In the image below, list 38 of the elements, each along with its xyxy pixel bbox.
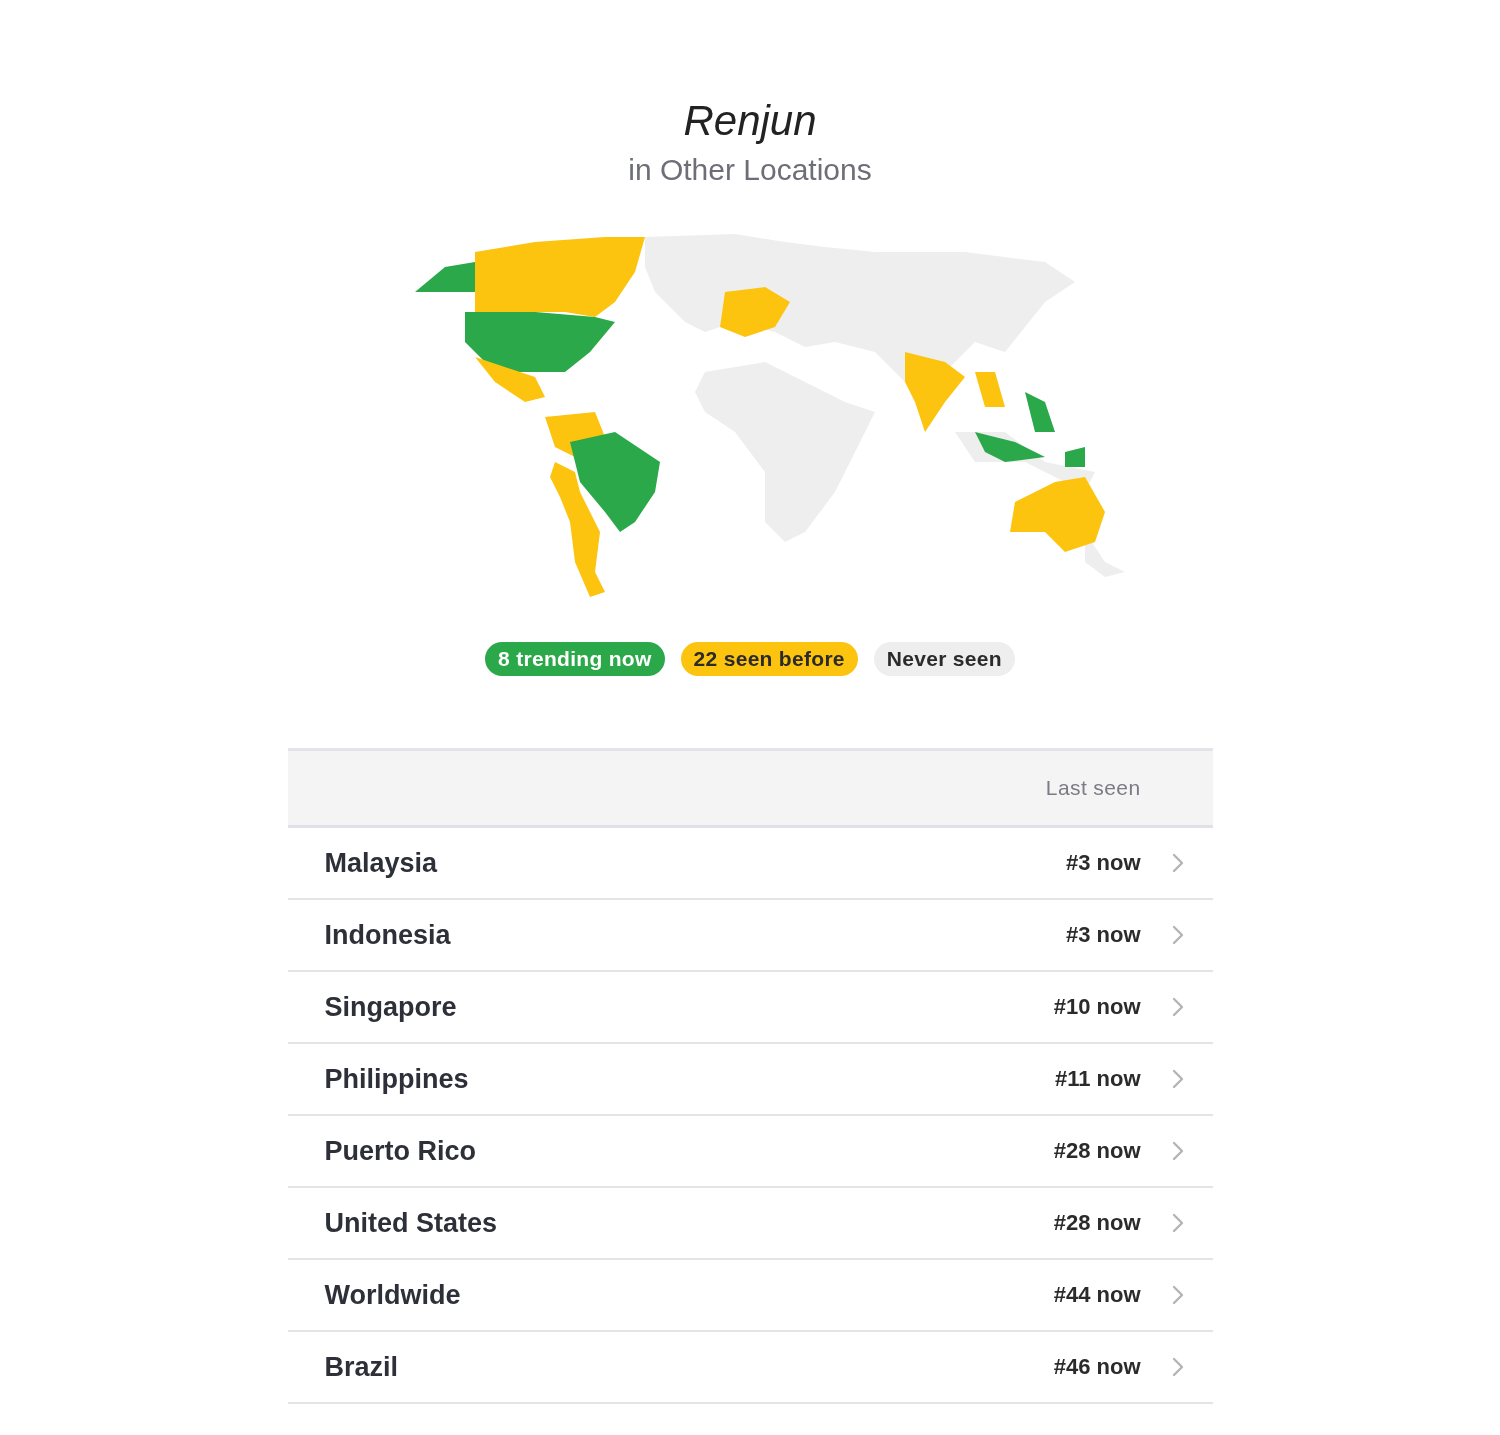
country-row[interactable]: Singapore #10 now bbox=[287, 972, 1213, 1044]
legend-pill: Never seen bbox=[873, 642, 1015, 676]
country-name: Indonesia bbox=[324, 919, 452, 951]
legend-pill: 22 seen before bbox=[680, 642, 858, 676]
legend-pill: 8 trending now bbox=[485, 642, 665, 676]
column-header: Last seen bbox=[1045, 776, 1141, 800]
chevron-icon bbox=[1170, 1068, 1185, 1090]
rank-text: #3 now bbox=[1065, 850, 1141, 876]
chevron-icon bbox=[1170, 1212, 1185, 1234]
rank-text: #44 now bbox=[1053, 1282, 1141, 1308]
country-row[interactable]: Brazil #46 now bbox=[287, 1332, 1213, 1404]
country-row[interactable]: Indonesia #3 now bbox=[287, 900, 1213, 972]
country-row[interactable]: Philippines #11 now bbox=[287, 1044, 1213, 1116]
country-row[interactable]: Puerto Rico #28 now bbox=[287, 1116, 1213, 1188]
rank-text: #28 now bbox=[1053, 1210, 1141, 1236]
chevron-icon bbox=[1170, 1140, 1185, 1162]
country-name: Singapore bbox=[324, 991, 458, 1023]
country-name: Philippines bbox=[324, 1063, 470, 1095]
country-row[interactable]: United States #28 now bbox=[287, 1188, 1213, 1260]
chevron-icon bbox=[1170, 1284, 1185, 1306]
country-name: Puerto Rico bbox=[324, 1135, 478, 1167]
country-row[interactable]: Worldwide #44 now bbox=[287, 1260, 1213, 1332]
country-name: Worldwide bbox=[324, 1279, 462, 1311]
country-name: United States bbox=[324, 1207, 499, 1239]
chevron-icon bbox=[1170, 1356, 1185, 1378]
chevron-icon bbox=[1170, 996, 1185, 1018]
country-row[interactable]: Malaysia #3 now bbox=[287, 828, 1213, 900]
rank-text: #3 now bbox=[1065, 922, 1141, 948]
rank-text: #46 now bbox=[1053, 1354, 1141, 1380]
chevron-icon bbox=[1170, 852, 1185, 874]
chevron-icon bbox=[1170, 924, 1185, 946]
artist-name: Renjun bbox=[683, 96, 817, 146]
rank-text: #28 now bbox=[1053, 1138, 1141, 1164]
country-name: Brazil bbox=[324, 1351, 400, 1383]
page-subtitle: in Other Locations bbox=[628, 153, 872, 187]
country-name: Malaysia bbox=[324, 847, 439, 879]
rank-text: #10 now bbox=[1053, 994, 1141, 1020]
rank-text: #11 now bbox=[1054, 1066, 1141, 1092]
